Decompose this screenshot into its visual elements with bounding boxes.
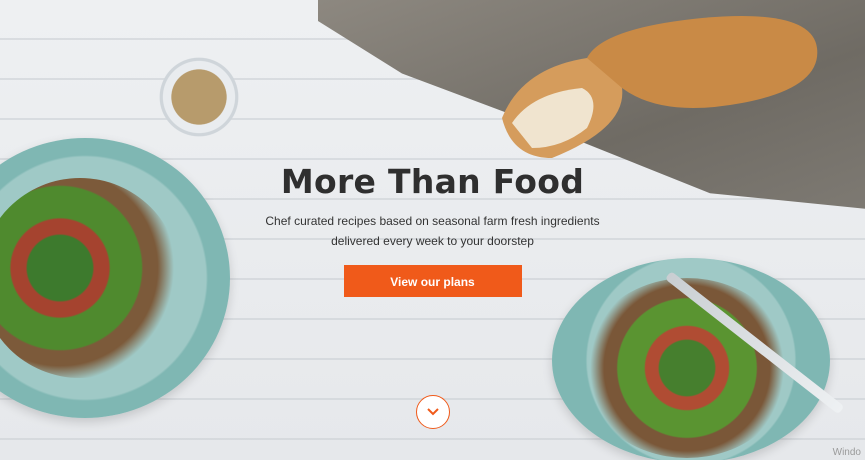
view-plans-button[interactable]: View our plans [343, 265, 522, 297]
hero-section: More Than Food Chef curated recipes base… [0, 0, 865, 460]
seed-bowl-image [152, 52, 246, 142]
baguette-image [502, 16, 818, 158]
hero-title: More Than Food [280, 162, 585, 201]
subtitle-line-2: delivered every week to your doorstep [331, 234, 534, 248]
hero-subtitle: Chef curated recipes based on seasonal f… [0, 211, 865, 251]
scroll-down-button[interactable] [416, 395, 450, 429]
subtitle-line-1: Chef curated recipes based on seasonal f… [265, 214, 600, 228]
hero-content: More Than Food Chef curated recipes base… [0, 162, 865, 297]
chevron-down-icon [427, 408, 439, 416]
windows-watermark: Windo [832, 447, 861, 458]
